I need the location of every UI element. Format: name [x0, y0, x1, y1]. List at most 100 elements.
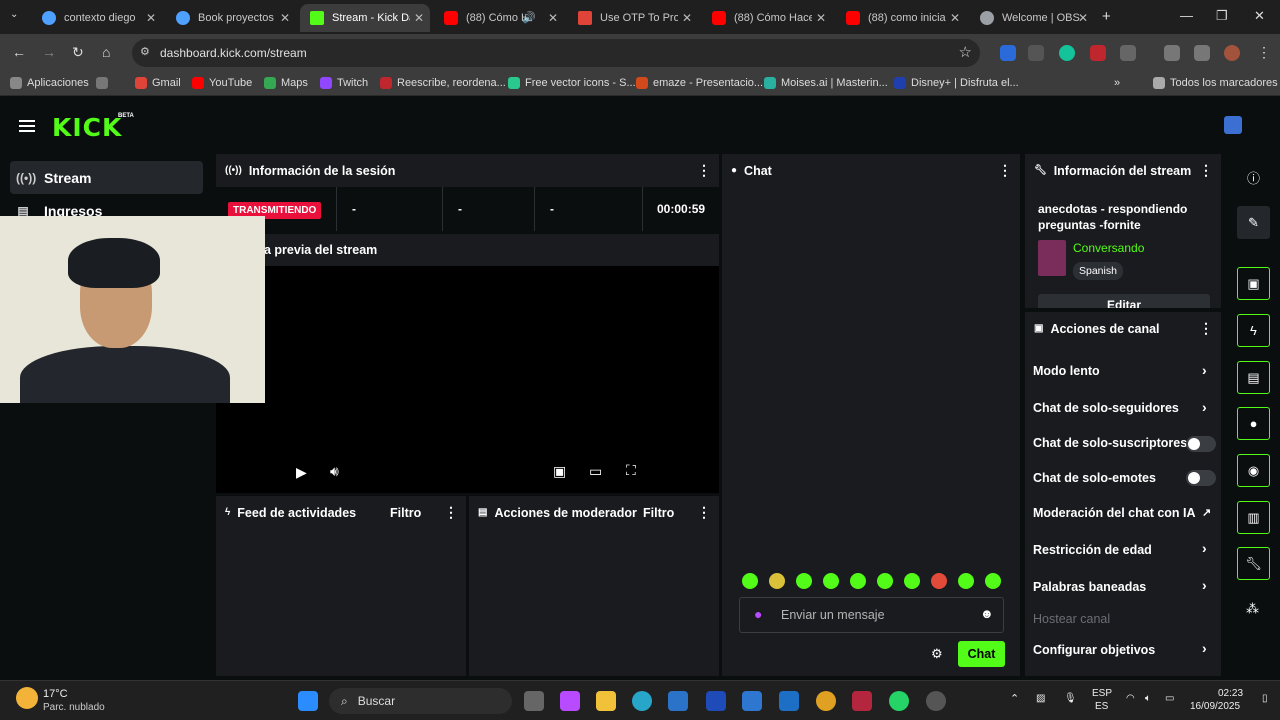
file-explorer-icon[interactable] — [596, 691, 616, 711]
kick-logo[interactable]: KICK — [52, 113, 122, 142]
download-icon[interactable] — [1164, 45, 1180, 61]
bookmark-disney[interactable]: Disney+ | Disfruta el... — [894, 77, 1019, 89]
send-chat-button[interactable]: Chat — [958, 641, 1005, 667]
emote-icon[interactable] — [931, 573, 947, 589]
bookmark-moises[interactable]: Moises.ai | Masterin... — [764, 77, 888, 89]
picture-in-picture-icon[interactable]: ▣ — [553, 463, 566, 480]
microphone-icon[interactable]: 🎙︎ — [1064, 693, 1077, 705]
start-windows-icon[interactable] — [298, 691, 318, 711]
subscribers-only-toggle[interactable] — [1186, 436, 1216, 452]
bookmark-star-icon[interactable]: ☆ — [959, 43, 972, 61]
new-tab-button[interactable]: + — [1102, 8, 1111, 25]
access-icon[interactable] — [852, 691, 872, 711]
filter-button[interactable]: Filtro — [390, 506, 421, 520]
notifications-icon[interactable]: ▯ — [1262, 693, 1268, 705]
volume-icon[interactable]: 🔊︎ — [330, 463, 339, 480]
emote-icon[interactable] — [850, 573, 866, 589]
extensions-puzzle-icon[interactable] — [1120, 45, 1136, 61]
browser-tab-5[interactable]: Use OTP To Proc ✕ — [568, 4, 698, 32]
browser-tab-2[interactable]: Book proyectos ✕ — [166, 4, 296, 32]
action-slow-mode[interactable]: Modo lento — [1033, 364, 1100, 378]
chevron-right-icon[interactable]: › — [1202, 362, 1207, 378]
bookmark-maps[interactable]: Maps — [264, 77, 308, 89]
weather-icon[interactable] — [16, 687, 38, 709]
stream-preview-player[interactable]: ▶ 🔊︎ ▣ ▭ ⛶ — [216, 266, 719, 493]
task-view-icon[interactable] — [524, 691, 544, 711]
emote-icon[interactable] — [742, 573, 758, 589]
fullscreen-icon[interactable]: ⛶ — [626, 462, 636, 479]
edge-icon[interactable] — [632, 691, 652, 711]
emote-icon[interactable] — [985, 573, 1001, 589]
app-l-icon[interactable] — [706, 691, 726, 711]
screen-capture-icon[interactable]: ▣ — [1237, 267, 1270, 300]
maximize-button[interactable]: ❐ — [1216, 8, 1228, 24]
menu-icon[interactable] — [19, 120, 35, 132]
action-followers-only[interactable]: Chat de solo-seguidores — [1033, 401, 1179, 415]
close-icon[interactable]: ✕ — [816, 11, 826, 25]
site-info-icon[interactable]: ⚙ — [140, 45, 150, 58]
battery-icon[interactable]: ▭ — [1165, 693, 1174, 705]
info-icon[interactable]: ⓘ — [1247, 168, 1260, 187]
network-icon[interactable]: ▨ — [1036, 693, 1045, 705]
more-options-icon[interactable]: ⋮ — [1199, 162, 1213, 179]
chevron-right-icon[interactable]: › — [1202, 640, 1207, 656]
broadcast-icon[interactable]: ◉ — [1237, 454, 1270, 487]
back-button[interactable]: ← — [12, 44, 26, 60]
tab-list-button[interactable]: ⌄ — [10, 9, 18, 20]
bookmark-reescribe[interactable]: Reescribe, reordena... — [380, 77, 506, 89]
forward-button[interactable]: → — [42, 44, 56, 60]
browser-tab-8[interactable]: Welcome | OBS ✕ — [970, 4, 1094, 32]
emote-icon[interactable] — [796, 573, 812, 589]
grammarly-icon[interactable] — [1059, 45, 1075, 61]
bookmark-twitch[interactable]: Twitch — [320, 77, 368, 89]
more-bookmarks-icon[interactable]: » — [1114, 77, 1120, 89]
emote-icon[interactable] — [823, 573, 839, 589]
action-banned-words[interactable]: Palabras baneadas — [1033, 580, 1146, 594]
omnibox[interactable]: ⚙ dashboard.kick.com/stream ☆ — [132, 39, 980, 67]
edit-button[interactable]: Editar — [1038, 294, 1210, 308]
close-icon[interactable]: ✕ — [280, 11, 290, 25]
action-configure-goals[interactable]: Configurar objetivos — [1033, 643, 1155, 657]
sidebar-item-stream[interactable]: ((•)) Stream — [10, 161, 203, 194]
wifi-icon[interactable]: ◠ — [1126, 693, 1135, 705]
theater-mode-icon[interactable]: ▭ — [589, 463, 602, 480]
chevron-right-icon[interactable]: › — [1202, 577, 1207, 593]
chevron-right-icon[interactable]: › — [1202, 399, 1207, 415]
clock-time[interactable]: 02:23 — [1218, 688, 1243, 700]
app-icon[interactable] — [742, 691, 762, 711]
reload-button[interactable]: ↻ — [72, 44, 84, 61]
close-window-button[interactable]: ✕ — [1254, 8, 1265, 24]
store-icon[interactable] — [668, 691, 688, 711]
bookmark-vector-icons[interactable]: Free vector icons - S... — [508, 77, 636, 89]
bookmark-youtube[interactable]: YouTube — [192, 77, 252, 89]
external-link-icon[interactable]: ↗ — [1202, 506, 1211, 519]
edit-pencil-icon[interactable]: ✎ — [1237, 206, 1270, 239]
browser-tab-7[interactable]: (88) como iniciar ✕ — [836, 4, 966, 32]
browser-tab-3[interactable]: Stream - Kick Da ✕ — [300, 4, 430, 32]
extension-icon[interactable] — [1000, 45, 1016, 61]
more-options-icon[interactable]: ⋮ — [697, 504, 711, 521]
more-options-icon[interactable]: ⋮ — [998, 162, 1012, 179]
extension-icon[interactable] — [1090, 45, 1106, 61]
close-icon[interactable]: ✕ — [414, 11, 424, 25]
wrench-icon[interactable]: 🔧︎ — [1237, 547, 1270, 580]
close-icon[interactable]: ✕ — [146, 11, 156, 25]
bookmark-emaze[interactable]: emaze - Presentacio... — [636, 77, 763, 89]
emotes-only-toggle[interactable] — [1186, 470, 1216, 486]
action-age-restriction[interactable]: Restricción de edad — [1033, 543, 1152, 557]
browser-tab-1[interactable]: contexto diego ✕ — [32, 4, 162, 32]
outlook-icon[interactable] — [779, 691, 799, 711]
more-options-icon[interactable]: ⋮ — [1199, 320, 1213, 337]
url-text[interactable]: dashboard.kick.com/stream — [160, 46, 307, 60]
close-icon[interactable]: ✕ — [682, 11, 692, 25]
home-button[interactable]: ⌂ — [102, 44, 110, 60]
microphone-icon[interactable]: ● — [754, 606, 762, 622]
category-label[interactable]: Conversando — [1073, 241, 1144, 255]
close-icon[interactable]: ✕ — [1078, 11, 1088, 25]
app-icon[interactable] — [926, 691, 946, 711]
browser-tab-4[interactable]: (88) Cómo H 🔊 ✕ — [434, 4, 564, 32]
browser-tab-6[interactable]: (88) Cómo Hace ✕ — [702, 4, 832, 32]
document-icon[interactable]: ▤ — [1237, 361, 1270, 394]
chrome-icon[interactable] — [816, 691, 836, 711]
layout-icon[interactable]: ⁂ — [1246, 601, 1259, 617]
